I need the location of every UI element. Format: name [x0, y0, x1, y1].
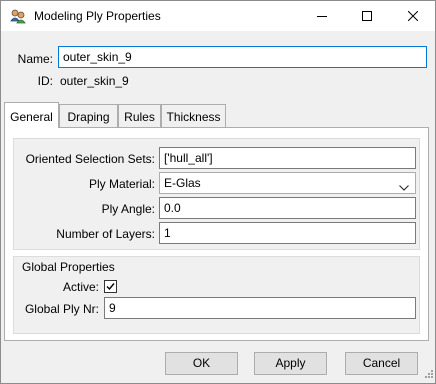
tab-draping[interactable]: Draping [59, 104, 118, 128]
ply-material-label: Ply Material: [88, 177, 155, 191]
tab-rules[interactable]: Rules [118, 104, 161, 128]
close-icon [407, 11, 418, 21]
oss-field[interactable]: ['hull_all'] [159, 147, 416, 169]
minimize-button[interactable] [299, 1, 344, 31]
apply-button[interactable]: Apply [254, 352, 327, 375]
global-ply-nr-label: Global Ply Nr: [24, 302, 99, 316]
cancel-button[interactable]: Cancel [345, 352, 418, 375]
tab-general[interactable]: General [4, 102, 59, 128]
chevron-down-icon [399, 179, 409, 193]
ok-button[interactable]: OK [165, 352, 238, 375]
name-field[interactable]: outer_skin_9 [58, 46, 427, 68]
maximize-icon [361, 11, 372, 21]
active-label: Active: [62, 280, 99, 294]
close-button[interactable] [390, 1, 435, 31]
id-value: outer_skin_9 [60, 74, 129, 88]
ply-angle-field[interactable]: 0.0 [159, 197, 416, 219]
window-title: Modeling Ply Properties [34, 9, 161, 23]
id-label: ID: [37, 74, 53, 88]
button-bar: OK Apply Cancel [1, 345, 435, 383]
number-of-layers-field[interactable]: 1 [159, 222, 416, 244]
minimize-icon [316, 16, 327, 17]
app-icon [10, 8, 26, 24]
ply-angle-label: Ply Angle: [101, 202, 155, 216]
tab-thickness[interactable]: Thickness [161, 104, 226, 128]
checkmark-icon [106, 283, 115, 291]
global-ply-nr-field[interactable]: 9 [104, 297, 416, 319]
title-bar[interactable]: Modeling Ply Properties [1, 1, 435, 31]
ply-material-select[interactable]: E-Glas [159, 172, 416, 194]
active-checkbox[interactable] [104, 280, 117, 293]
global-properties-group: Global Properties Active: Global Ply Nr:… [13, 256, 420, 334]
number-of-layers-label: Number of Layers: [56, 227, 155, 241]
dialog-window: Modeling Ply Properties Name: outer_skin… [0, 0, 436, 384]
general-tab-panel: Oriented Selection Sets: ['hull_all'] Pl… [4, 127, 429, 341]
resize-grip-icon[interactable] [423, 367, 433, 381]
ply-material-value: E-Glas [164, 176, 201, 190]
global-properties-title: Global Properties [22, 260, 115, 274]
oss-label: Oriented Selection Sets: [25, 152, 155, 166]
maximize-button[interactable] [344, 1, 389, 31]
ply-settings-group: Oriented Selection Sets: ['hull_all'] Pl… [13, 138, 420, 250]
name-label: Name: [17, 52, 53, 66]
